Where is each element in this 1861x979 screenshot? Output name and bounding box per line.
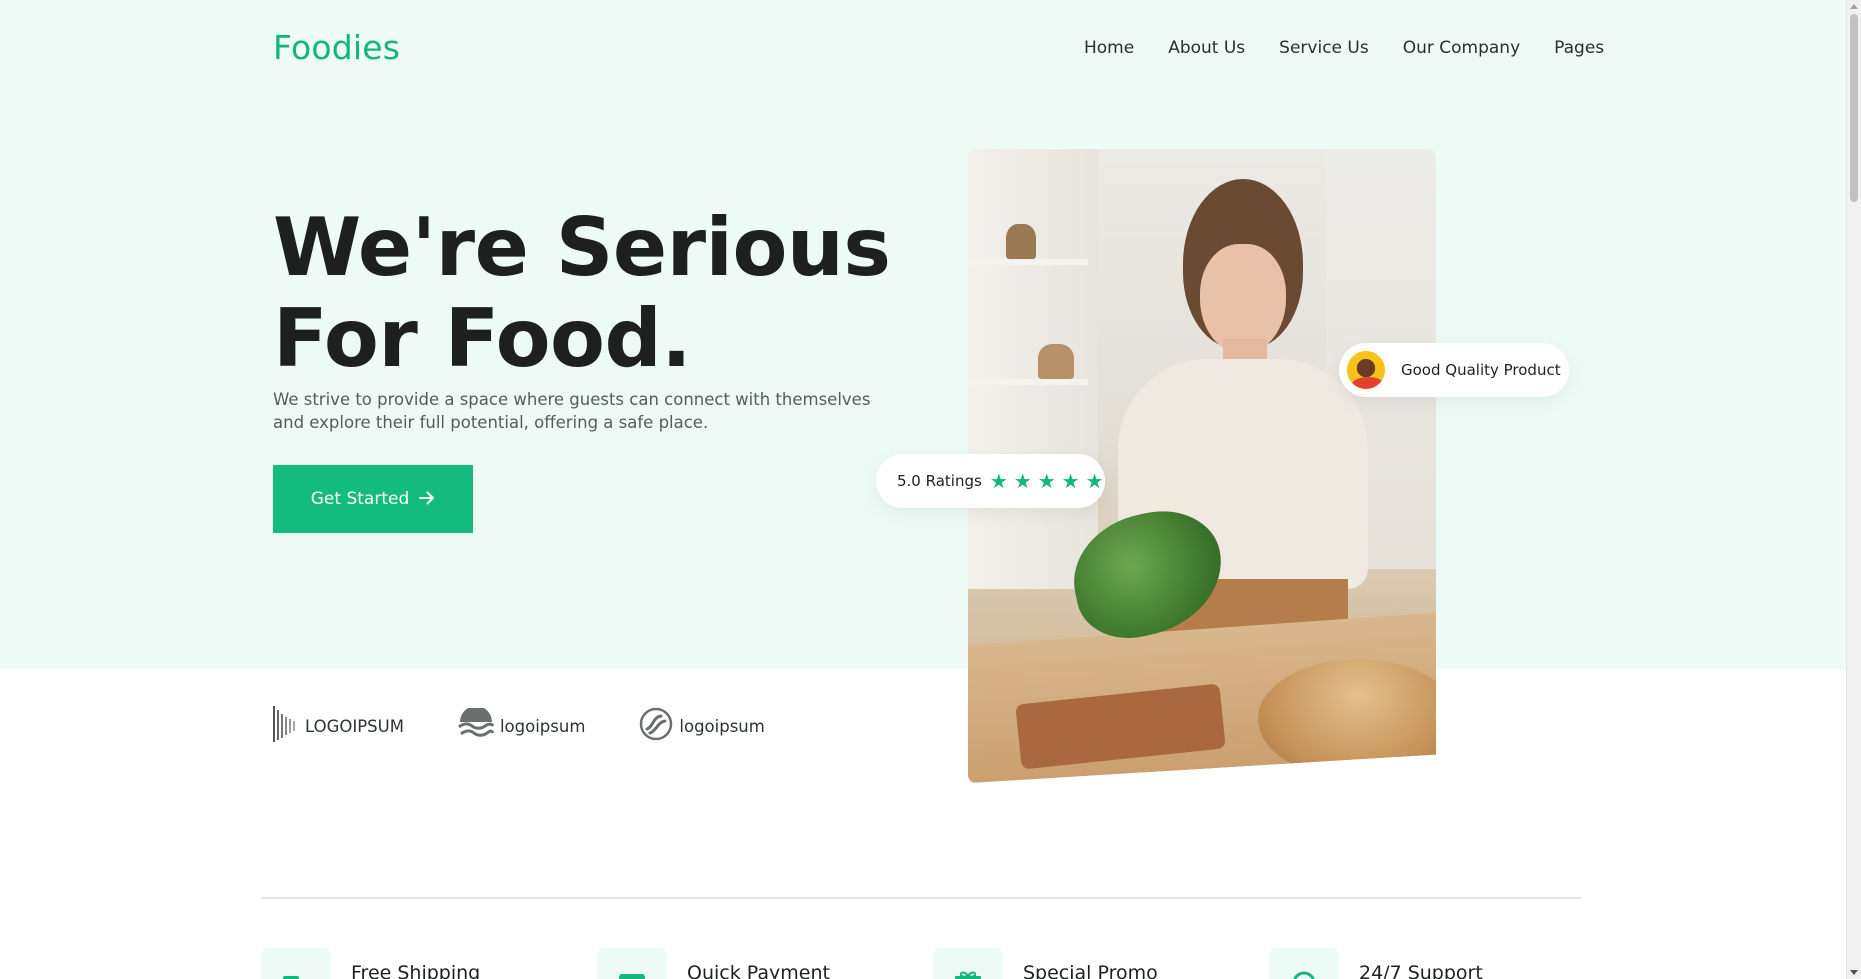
star-icon: ★ (1037, 469, 1056, 493)
feature-title: Special Promo (1023, 962, 1158, 979)
feature-title: Free Shipping (351, 962, 481, 979)
get-started-label: Get Started (310, 489, 410, 509)
partner-logo-text: LOGOIPSUM (305, 716, 404, 736)
quality-label: Good Quality Product (1401, 361, 1561, 379)
partner-logo-3: logoipsum (639, 707, 765, 745)
avatar (1345, 349, 1387, 391)
nav-item-service-us[interactable]: Service Us (1279, 38, 1369, 58)
feature-title: Quick Payment (687, 962, 830, 979)
partner-logo-text: logoipsum (499, 716, 586, 736)
partner-logo-1: LOGOIPSUM (273, 706, 404, 746)
feature-quick-payment: Quick Payment (597, 948, 830, 979)
nav-item-our-company[interactable]: Our Company (1403, 38, 1520, 58)
star-icon: ★ (1061, 469, 1080, 493)
star-icon: ★ (989, 469, 1008, 493)
ratings-badge: 5.0 Ratings ★ ★ ★ ★ ★ (876, 454, 1105, 508)
hero-title: We're Serious For Food. (273, 201, 891, 385)
ratings-label: 5.0 Ratings (897, 472, 982, 490)
headset-icon (1269, 948, 1339, 979)
star-icon: ★ (1085, 469, 1104, 493)
star-icon: ★ (1013, 469, 1032, 493)
feature-support: 24/7 Support (1269, 948, 1483, 979)
feature-special-promo: Special Promo (933, 948, 1158, 979)
quality-badge: Good Quality Product (1339, 343, 1569, 397)
waves-logo-icon (458, 706, 495, 744)
feature-free-shipping: Free Shipping (261, 948, 480, 979)
scroll-down-icon[interactable] (1850, 970, 1858, 975)
hero-description: We strive to provide a space where guest… (273, 390, 871, 432)
gift-icon (933, 948, 1003, 979)
nav-item-about-us[interactable]: About Us (1168, 38, 1245, 58)
nav-item-pages[interactable]: Pages (1554, 38, 1604, 58)
page-scrollbar[interactable] (1846, 0, 1861, 979)
scroll-up-icon[interactable] (1850, 4, 1858, 9)
get-started-button[interactable]: Get Started (273, 465, 473, 533)
sound-bars-logo-icon (273, 706, 299, 746)
feature-title: 24/7 Support (1359, 962, 1483, 979)
arrow-right-icon (419, 488, 435, 510)
nav-item-home[interactable]: Home (1084, 38, 1134, 58)
section-divider (261, 897, 1581, 899)
partner-logo-text: logoipsum (679, 716, 765, 736)
truck-icon (261, 948, 331, 979)
partner-logos: LOGOIPSUM logoipsum logoipsum (273, 706, 819, 746)
scrollbar-thumb[interactable] (1850, 14, 1858, 202)
credit-card-icon (597, 948, 667, 979)
partner-logo-2: logoipsum (458, 706, 586, 744)
swirl-circle-logo-icon (639, 707, 673, 745)
main-nav: Home About Us Service Us Our Company Pag… (1084, 38, 1604, 58)
brand-logo[interactable]: Foodies (273, 28, 400, 67)
